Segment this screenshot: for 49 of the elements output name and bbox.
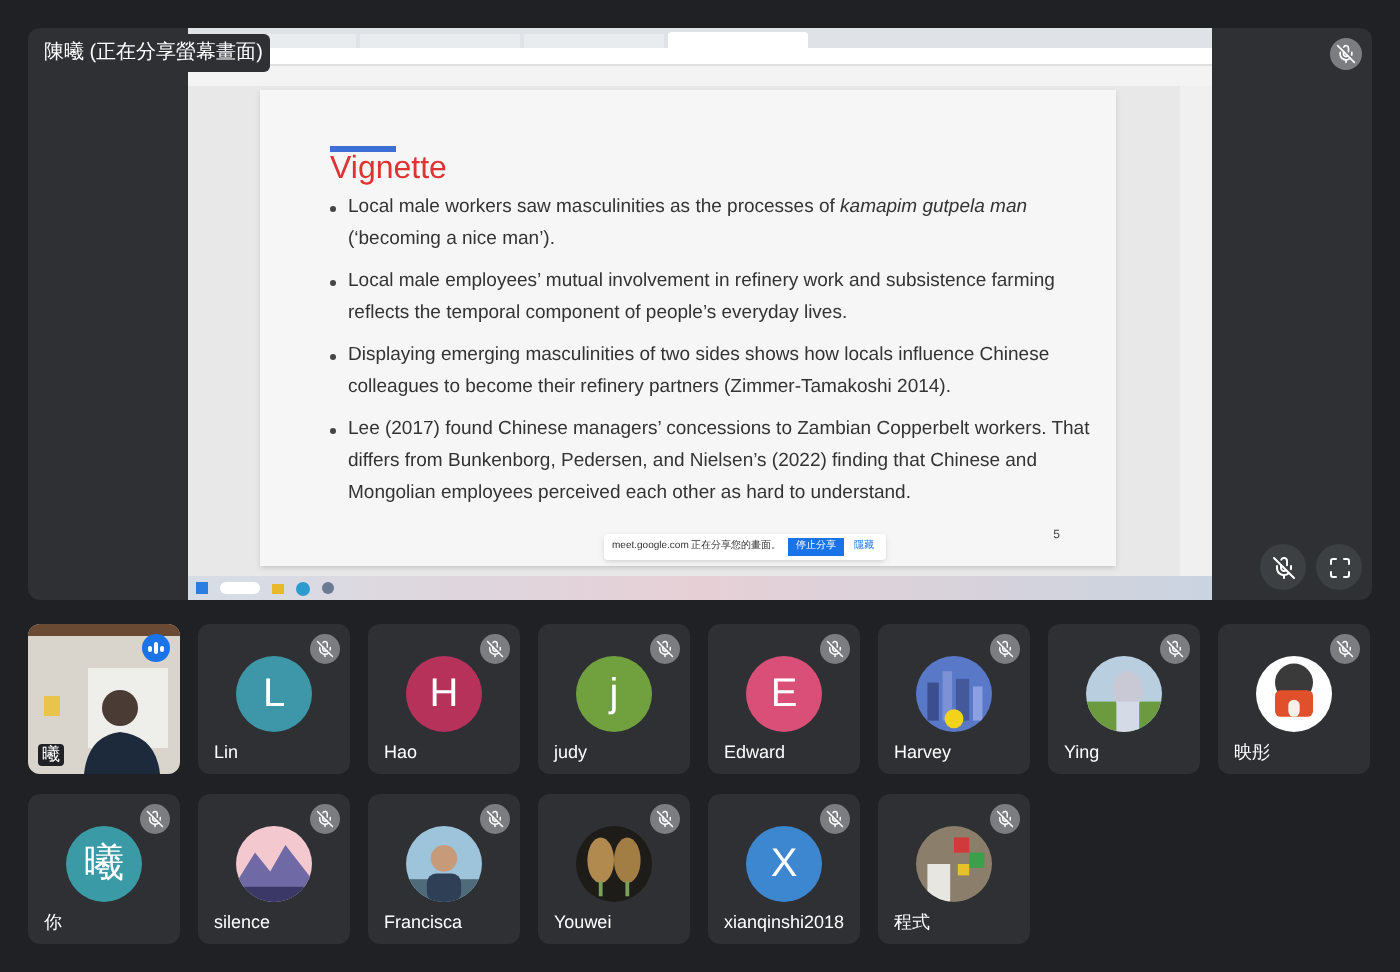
participant-name: judy [554,744,588,762]
folder-icon[interactable] [272,583,284,593]
bullet-text: Local male employees’ mutual involvement in refinery work and subsistence farming reflects the temporal component of people’s everyday lives. [348,268,1057,328]
mic-off-icon [1271,555,1295,579]
participant-name: Francisca [384,914,463,932]
participant-name: 曦 [38,744,64,766]
bullet-text: Lee (2017) found Chinese managers’ concessions to Zambian Copperbelt workers. That differs from Bunkenborg, Pedersen, and Nielsen’s (2022) finding that Chinese and Mongolian employees perceived each other as hard to understand. [348,416,1092,508]
fullscreen-icon [1327,555,1351,579]
fullscreen-button[interactable] [1316,544,1362,590]
avatar: 曦 [66,825,142,901]
start-icon[interactable] [196,582,208,594]
participant-tile[interactable]: j judy [538,624,690,774]
avatar: L [236,655,312,731]
participant-tile[interactable]: Harvey [878,624,1030,774]
participant-tile[interactable]: Francisca [368,794,520,944]
participant-name: silence [214,914,271,932]
participant-name: 你 [44,914,62,932]
participant-name: Harvey [894,744,952,762]
bullet-icon [330,354,336,360]
participant-name: xianqinshi2018 [724,914,845,932]
bullet-icon [330,428,336,434]
participant-name: Edward [724,744,786,762]
bullet-icon [330,280,336,286]
bullet-text: Displaying emerging masculinities of two sides shows how locals influence Chinese colleagues to become their refinery partners (Zimmer-Tamakoshi 2014). [348,342,1052,402]
bullet-text: Local male workers saw masculinities as the processes of kamapim gutpela man (‘becoming a nice man’). [348,194,1030,254]
avatar: E [746,655,822,731]
participant-tile[interactable]: H Hao [368,624,520,774]
participant-name: 映彤 [1234,744,1270,762]
mute-button[interactable] [1260,544,1306,590]
participant-name: Ying [1064,744,1100,762]
participant-name: Lin [214,744,239,762]
participant-tile[interactable]: E Edward [708,624,860,774]
avatar: X [746,825,822,901]
participant-tile[interactable]: 曦 你 [28,794,180,944]
participant-tile[interactable]: Youwei [538,794,690,944]
participant-name: Youwei [554,914,612,932]
participant-name: Hao [384,744,418,762]
participant-name: 程式 [894,914,930,932]
participant-tile[interactable]: silence [198,794,350,944]
participant-tile[interactable]: 映彤 [1218,624,1370,774]
avatar: j [576,655,652,731]
bullet-icon [330,206,336,212]
participant-tile[interactable]: L Lin [198,624,350,774]
participant-tile[interactable]: 程式 [878,794,1030,944]
slide-title: Vignette [330,152,449,188]
participant-tile[interactable]: 曦 [28,624,180,774]
avatar: H [406,655,482,731]
participant-tile[interactable]: X xianqinshi2018 [708,794,860,944]
participant-tile[interactable]: Ying [1048,624,1200,774]
